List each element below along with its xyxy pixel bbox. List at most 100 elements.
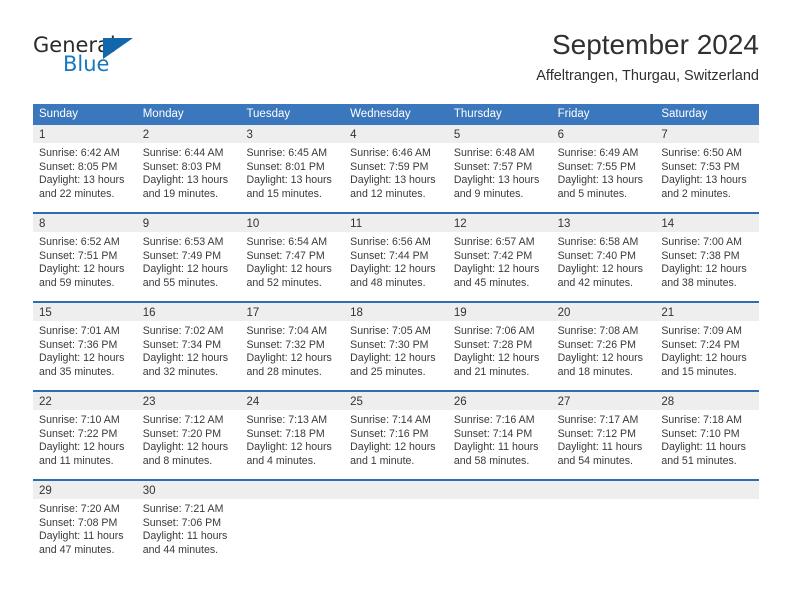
- day-cell[interactable]: 7 Sunrise: 6:50 AM Sunset: 7:53 PM Dayli…: [655, 125, 760, 212]
- day-number: 9: [142, 218, 150, 230]
- day-cell[interactable]: 18 Sunrise: 7:05 AM Sunset: 7:30 PM Dayl…: [344, 303, 448, 390]
- daylight-line-2: and 54 minutes.: [557, 454, 633, 467]
- sunset-line: Sunset: 7:28 PM: [453, 338, 533, 351]
- daylight-line-2: and 25 minutes.: [350, 365, 426, 378]
- daylight-line-2: and 12 minutes.: [350, 187, 426, 200]
- daylight-line-1: Daylight: 12 hours: [246, 352, 332, 365]
- day-number: 5: [453, 129, 461, 141]
- weekday-friday: Friday: [557, 108, 590, 120]
- sunrise-line: Sunrise: 7:09 AM: [661, 325, 742, 337]
- week-row: 15 Sunrise: 7:01 AM Sunset: 7:36 PM Dayl…: [33, 301, 760, 390]
- week-row: 1 Sunrise: 6:42 AM Sunset: 8:05 PM Dayli…: [33, 125, 760, 212]
- day-details: Sunrise: 7:18 AM Sunset: 7:10 PM Dayligh…: [655, 410, 759, 472]
- sunrise-line: Sunrise: 6:54 AM: [246, 236, 328, 248]
- day-cell[interactable]: 12 Sunrise: 6:57 AM Sunset: 7:42 PM Dayl…: [447, 214, 552, 301]
- daylight-line-2: and 18 minutes.: [557, 365, 633, 378]
- day-cell[interactable]: 16 Sunrise: 7:02 AM Sunset: 7:34 PM Dayl…: [136, 303, 241, 390]
- day-cell[interactable]: 4 Sunrise: 6:46 AM Sunset: 7:59 PM Dayli…: [344, 125, 448, 212]
- day-number-band: 9: [136, 214, 241, 232]
- day-cell[interactable]: 17 Sunrise: 7:04 AM Sunset: 7:32 PM Dayl…: [240, 303, 345, 390]
- day-cell[interactable]: 28 Sunrise: 7:18 AM Sunset: 7:10 PM Dayl…: [655, 392, 760, 479]
- daylight-line-1: Daylight: 12 hours: [453, 352, 540, 365]
- day-number-band: 29: [33, 481, 137, 499]
- day-number-band: [655, 481, 760, 499]
- general-blue-logo[interactable]: General Blue: [33, 33, 233, 89]
- day-cell[interactable]: 24 Sunrise: 7:13 AM Sunset: 7:18 PM Dayl…: [240, 392, 345, 479]
- daylight-line-2: and 58 minutes.: [453, 454, 530, 467]
- day-number: 19: [453, 307, 467, 319]
- day-cell[interactable]: 22 Sunrise: 7:10 AM Sunset: 7:22 PM Dayl…: [33, 392, 137, 479]
- calendar-page: General Blue September 2024 Affeltrangen…: [0, 0, 792, 612]
- day-cell[interactable]: 25 Sunrise: 7:14 AM Sunset: 7:16 PM Dayl…: [344, 392, 448, 479]
- day-number-band: 12: [447, 214, 552, 232]
- day-cell[interactable]: 23 Sunrise: 7:12 AM Sunset: 7:20 PM Dayl…: [136, 392, 241, 479]
- day-details: Sunrise: 6:46 AM Sunset: 7:59 PM Dayligh…: [344, 143, 448, 205]
- day-number: 21: [661, 307, 675, 319]
- day-number-band: 11: [344, 214, 448, 232]
- day-number: 28: [661, 396, 675, 408]
- day-cell[interactable]: 26 Sunrise: 7:16 AM Sunset: 7:14 PM Dayl…: [447, 392, 552, 479]
- day-cell[interactable]: 11 Sunrise: 6:56 AM Sunset: 7:44 PM Dayl…: [344, 214, 448, 301]
- daylight-line-2: and 15 minutes.: [246, 187, 322, 200]
- daylight-line-2: and 1 minute.: [350, 454, 415, 467]
- day-details: Sunrise: 6:49 AM Sunset: 7:55 PM Dayligh…: [552, 143, 656, 205]
- day-details: Sunrise: 7:13 AM Sunset: 7:18 PM Dayligh…: [240, 410, 344, 472]
- sunset-line: Sunset: 7:30 PM: [350, 338, 429, 351]
- day-cell[interactable]: 13 Sunrise: 6:58 AM Sunset: 7:40 PM Dayl…: [551, 214, 656, 301]
- day-number-band: 30: [136, 481, 241, 499]
- daylight-line-1: Daylight: 11 hours: [142, 530, 228, 543]
- daylight-line-1: Daylight: 12 hours: [39, 263, 125, 276]
- daylight-line-2: and 52 minutes.: [246, 276, 322, 289]
- sunrise-line: Sunrise: 6:57 AM: [453, 236, 535, 248]
- day-cell[interactable]: 9 Sunrise: 6:53 AM Sunset: 7:49 PM Dayli…: [136, 214, 241, 301]
- sunset-line: Sunset: 7:18 PM: [246, 427, 325, 440]
- sunrise-line: Sunrise: 6:50 AM: [661, 147, 742, 159]
- daylight-line-2: and 48 minutes.: [350, 276, 426, 289]
- day-cell[interactable]: 14 Sunrise: 7:00 AM Sunset: 7:38 PM Dayl…: [655, 214, 760, 301]
- sunrise-line: Sunrise: 7:18 AM: [661, 414, 742, 426]
- week-row: 8 Sunrise: 6:52 AM Sunset: 7:51 PM Dayli…: [33, 212, 760, 301]
- sunset-line: Sunset: 7:57 PM: [453, 160, 533, 173]
- day-cell[interactable]: 6 Sunrise: 6:49 AM Sunset: 7:55 PM Dayli…: [551, 125, 656, 212]
- weekday-sunday: Sunday: [39, 108, 79, 120]
- day-cell[interactable]: 29 Sunrise: 7:20 AM Sunset: 7:08 PM Dayl…: [33, 481, 137, 568]
- sunset-line: Sunset: 8:03 PM: [142, 160, 222, 173]
- day-number-band: 19: [447, 303, 552, 321]
- daylight-line-1: Daylight: 12 hours: [39, 352, 125, 365]
- sunrise-line: Sunrise: 6:46 AM: [350, 147, 431, 159]
- day-details: [448, 499, 552, 507]
- day-cell[interactable]: 21 Sunrise: 7:09 AM Sunset: 7:24 PM Dayl…: [655, 303, 760, 390]
- day-number-band: 5: [447, 125, 552, 143]
- day-cell[interactable]: 5 Sunrise: 6:48 AM Sunset: 7:57 PM Dayli…: [447, 125, 552, 212]
- day-cell[interactable]: 15 Sunrise: 7:01 AM Sunset: 7:36 PM Dayl…: [33, 303, 137, 390]
- day-details: Sunrise: 6:45 AM Sunset: 8:01 PM Dayligh…: [240, 143, 344, 205]
- daylight-line-1: Daylight: 12 hours: [142, 352, 229, 365]
- day-cell[interactable]: 20 Sunrise: 7:08 AM Sunset: 7:26 PM Dayl…: [551, 303, 656, 390]
- daylight-line-2: and 55 minutes.: [142, 276, 219, 289]
- sunrise-line: Sunrise: 7:16 AM: [453, 414, 535, 426]
- day-number: 4: [350, 129, 357, 141]
- day-cell[interactable]: 2 Sunrise: 6:44 AM Sunset: 8:03 PM Dayli…: [136, 125, 241, 212]
- sunrise-line: Sunrise: 6:42 AM: [39, 147, 120, 159]
- daylight-line-2: and 59 minutes.: [39, 276, 115, 289]
- day-cell[interactable]: 3 Sunrise: 6:45 AM Sunset: 8:01 PM Dayli…: [240, 125, 345, 212]
- day-cell-empty: [655, 481, 760, 568]
- day-cell[interactable]: 27 Sunrise: 7:17 AM Sunset: 7:12 PM Dayl…: [551, 392, 656, 479]
- day-cell[interactable]: 1 Sunrise: 6:42 AM Sunset: 8:05 PM Dayli…: [33, 125, 137, 212]
- sunset-line: Sunset: 7:49 PM: [142, 249, 222, 262]
- day-number: 25: [350, 396, 363, 408]
- day-cell[interactable]: 19 Sunrise: 7:06 AM Sunset: 7:28 PM Dayl…: [447, 303, 552, 390]
- day-number: 16: [142, 307, 156, 319]
- day-number: 13: [557, 218, 571, 230]
- sunset-line: Sunset: 7:08 PM: [39, 516, 118, 529]
- day-details: [240, 499, 344, 507]
- day-cell[interactable]: 10 Sunrise: 6:54 AM Sunset: 7:47 PM Dayl…: [240, 214, 345, 301]
- daylight-line-1: Daylight: 12 hours: [142, 441, 229, 454]
- day-details: Sunrise: 7:21 AM Sunset: 7:06 PM Dayligh…: [137, 499, 241, 561]
- daylight-line-2: and 51 minutes.: [661, 454, 737, 467]
- day-cell[interactable]: 30 Sunrise: 7:21 AM Sunset: 7:06 PM Dayl…: [136, 481, 241, 568]
- daylight-line-1: Daylight: 11 hours: [453, 441, 539, 454]
- day-cell[interactable]: 8 Sunrise: 6:52 AM Sunset: 7:51 PM Dayli…: [33, 214, 137, 301]
- sunset-line: Sunset: 7:20 PM: [142, 427, 222, 440]
- day-details: Sunrise: 7:05 AM Sunset: 7:30 PM Dayligh…: [344, 321, 448, 383]
